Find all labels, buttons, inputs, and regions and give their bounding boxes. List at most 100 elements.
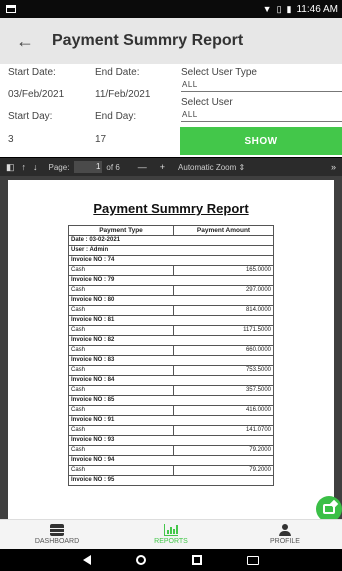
nav-profile[interactable]: PROFILE bbox=[228, 520, 342, 549]
zoom-out-icon[interactable]: — bbox=[138, 162, 147, 172]
payment-type-cell: Cash bbox=[68, 325, 174, 336]
nav-reports[interactable]: REPORTS bbox=[114, 520, 228, 549]
sim-icon: ▯ bbox=[276, 3, 282, 14]
invoice-number: Invoice NO : 83 bbox=[68, 355, 274, 366]
user-type-label: Select User Type bbox=[181, 67, 257, 78]
column-header-amount: Payment Amount bbox=[173, 225, 274, 236]
table-row: Cash 141.0700 bbox=[68, 425, 274, 436]
dashboard-icon bbox=[50, 524, 64, 536]
payment-amount-cell: 297.0000 bbox=[173, 285, 274, 296]
payment-type-cell: Cash bbox=[68, 425, 174, 436]
payment-amount-cell: 1171.5000 bbox=[173, 325, 274, 336]
payment-amount-cell: 141.0700 bbox=[173, 425, 274, 436]
user-select[interactable]: ALL bbox=[181, 110, 342, 122]
invoice-number: Invoice NO : 84 bbox=[68, 375, 274, 386]
app-bar: ← Payment Summry Report bbox=[0, 18, 342, 64]
invoice-number: Invoice NO : 82 bbox=[68, 335, 274, 346]
nav-dashboard[interactable]: DASHBOARD bbox=[0, 520, 114, 549]
keyboard-icon[interactable] bbox=[247, 555, 260, 565]
invoice-header-row: Invoice NO : 79 bbox=[68, 275, 274, 286]
page-label: Page: bbox=[48, 162, 70, 172]
pdf-viewport[interactable]: Payment Summry Report Payment Type Payme… bbox=[0, 176, 342, 519]
nav-profile-label: PROFILE bbox=[270, 538, 300, 545]
table-header-row: Payment Type Payment Amount bbox=[68, 225, 274, 236]
payment-type-cell: Cash bbox=[68, 365, 174, 376]
invoice-header-row: Invoice NO : 84 bbox=[68, 375, 274, 386]
invoice-number: Invoice NO : 95 bbox=[68, 475, 274, 486]
payment-amount-cell: 79.2000 bbox=[173, 445, 274, 456]
payment-amount-cell: 165.0000 bbox=[173, 265, 274, 276]
invoice-number: Invoice NO : 74 bbox=[68, 255, 274, 266]
payment-amount-cell: 79.2000 bbox=[173, 465, 274, 476]
zoom-select[interactable]: Automatic Zoom ⇕ bbox=[178, 163, 245, 172]
invoice-header-row: Invoice NO : 91 bbox=[68, 415, 274, 426]
start-day-label: Start Day: bbox=[8, 111, 53, 122]
table-row: Cash 416.0000 bbox=[68, 405, 274, 416]
table-row: Cash 357.5000 bbox=[68, 385, 274, 396]
system-recents-icon[interactable] bbox=[191, 555, 202, 565]
invoice-header-row: Invoice NO : 80 bbox=[68, 295, 274, 306]
more-tools-icon[interactable]: » bbox=[331, 162, 336, 172]
previous-page-icon[interactable]: ↑ bbox=[22, 162, 27, 172]
start-day-value: 3 bbox=[8, 134, 14, 145]
invoice-header-row: Invoice NO : 82 bbox=[68, 335, 274, 346]
payment-type-cell: Cash bbox=[68, 385, 174, 396]
table-row: Cash 79.2000 bbox=[68, 445, 274, 456]
payment-type-cell: Cash bbox=[68, 305, 174, 316]
nav-reports-label: REPORTS bbox=[154, 538, 188, 545]
system-home-icon[interactable] bbox=[136, 555, 147, 565]
next-page-icon[interactable]: ↓ bbox=[33, 162, 38, 172]
user-type-select[interactable]: ALL bbox=[181, 80, 342, 92]
page-total: of 6 bbox=[106, 162, 120, 172]
system-back-icon[interactable] bbox=[82, 555, 91, 565]
zoom-in-icon[interactable]: + bbox=[160, 162, 165, 172]
payment-type-cell: Cash bbox=[68, 445, 174, 456]
report-title-wrap: Payment Summry Report bbox=[8, 201, 334, 216]
payment-type-cell: Cash bbox=[68, 345, 174, 356]
page-number-input[interactable]: 1 bbox=[74, 161, 103, 173]
sidebar-toggle-icon[interactable]: ◧ bbox=[6, 162, 15, 173]
end-date-label: End Date: bbox=[95, 67, 140, 78]
bottom-nav: DASHBOARD REPORTS PROFILE bbox=[0, 519, 342, 549]
end-date-value[interactable]: 11/Feb/2021 bbox=[95, 89, 150, 100]
back-arrow-icon[interactable]: ← bbox=[16, 32, 38, 50]
table-row: Cash 1171.5000 bbox=[68, 325, 274, 336]
invoice-header-row: Invoice NO : 93 bbox=[68, 435, 274, 446]
payment-type-cell: Cash bbox=[68, 265, 174, 276]
battery-icon: ▮ bbox=[286, 3, 292, 14]
payment-type-cell: Cash bbox=[68, 405, 174, 416]
reports-icon bbox=[164, 524, 178, 536]
nav-dashboard-label: DASHBOARD bbox=[34, 538, 80, 545]
invoice-number: Invoice NO : 79 bbox=[68, 275, 274, 286]
payment-amount-cell: 357.5000 bbox=[173, 385, 274, 396]
payment-amount-cell: 753.5000 bbox=[173, 365, 274, 376]
zoom-select-label: Automatic Zoom bbox=[178, 162, 237, 172]
payment-amount-cell: 416.0000 bbox=[173, 405, 274, 416]
table-row: Cash 297.0000 bbox=[68, 285, 274, 296]
user-label: Select User bbox=[181, 97, 233, 108]
invoice-number: Invoice NO : 94 bbox=[68, 455, 274, 466]
invoice-number: Invoice NO : 81 bbox=[68, 315, 274, 326]
share-icon bbox=[323, 504, 335, 514]
date-line: Date : 03-02-2021 bbox=[68, 235, 274, 246]
payment-type-cell: Cash bbox=[68, 285, 174, 296]
table-row: Cash 165.0000 bbox=[68, 265, 274, 276]
table-row: User : Admin bbox=[68, 245, 274, 256]
start-date-value[interactable]: 03/Feb/2021 bbox=[8, 89, 64, 100]
end-day-value: 17 bbox=[95, 134, 107, 145]
invoice-header-row: Invoice NO : 81 bbox=[68, 315, 274, 326]
invoice-header-row: Invoice NO : 83 bbox=[68, 355, 274, 366]
user-line: User : Admin bbox=[68, 245, 274, 256]
invoice-header-row: Invoice NO : 94 bbox=[68, 455, 274, 466]
invoice-number: Invoice NO : 93 bbox=[68, 435, 274, 446]
report-title: Payment Summry Report bbox=[93, 201, 249, 216]
table-row: Date : 03-02-2021 bbox=[68, 235, 274, 246]
end-day-label: End Day: bbox=[95, 111, 137, 122]
wifi-icon: ▼ bbox=[262, 4, 272, 14]
report-table: Payment Type Payment Amount Date : 03-02… bbox=[68, 225, 274, 486]
system-nav-bar bbox=[0, 549, 342, 571]
invoice-number: Invoice NO : 91 bbox=[68, 415, 274, 426]
show-button[interactable]: SHOW bbox=[180, 127, 342, 155]
status-bar: ▼ ▯ ▮ 11:46 AM bbox=[0, 0, 342, 18]
notification-icon bbox=[6, 5, 16, 13]
